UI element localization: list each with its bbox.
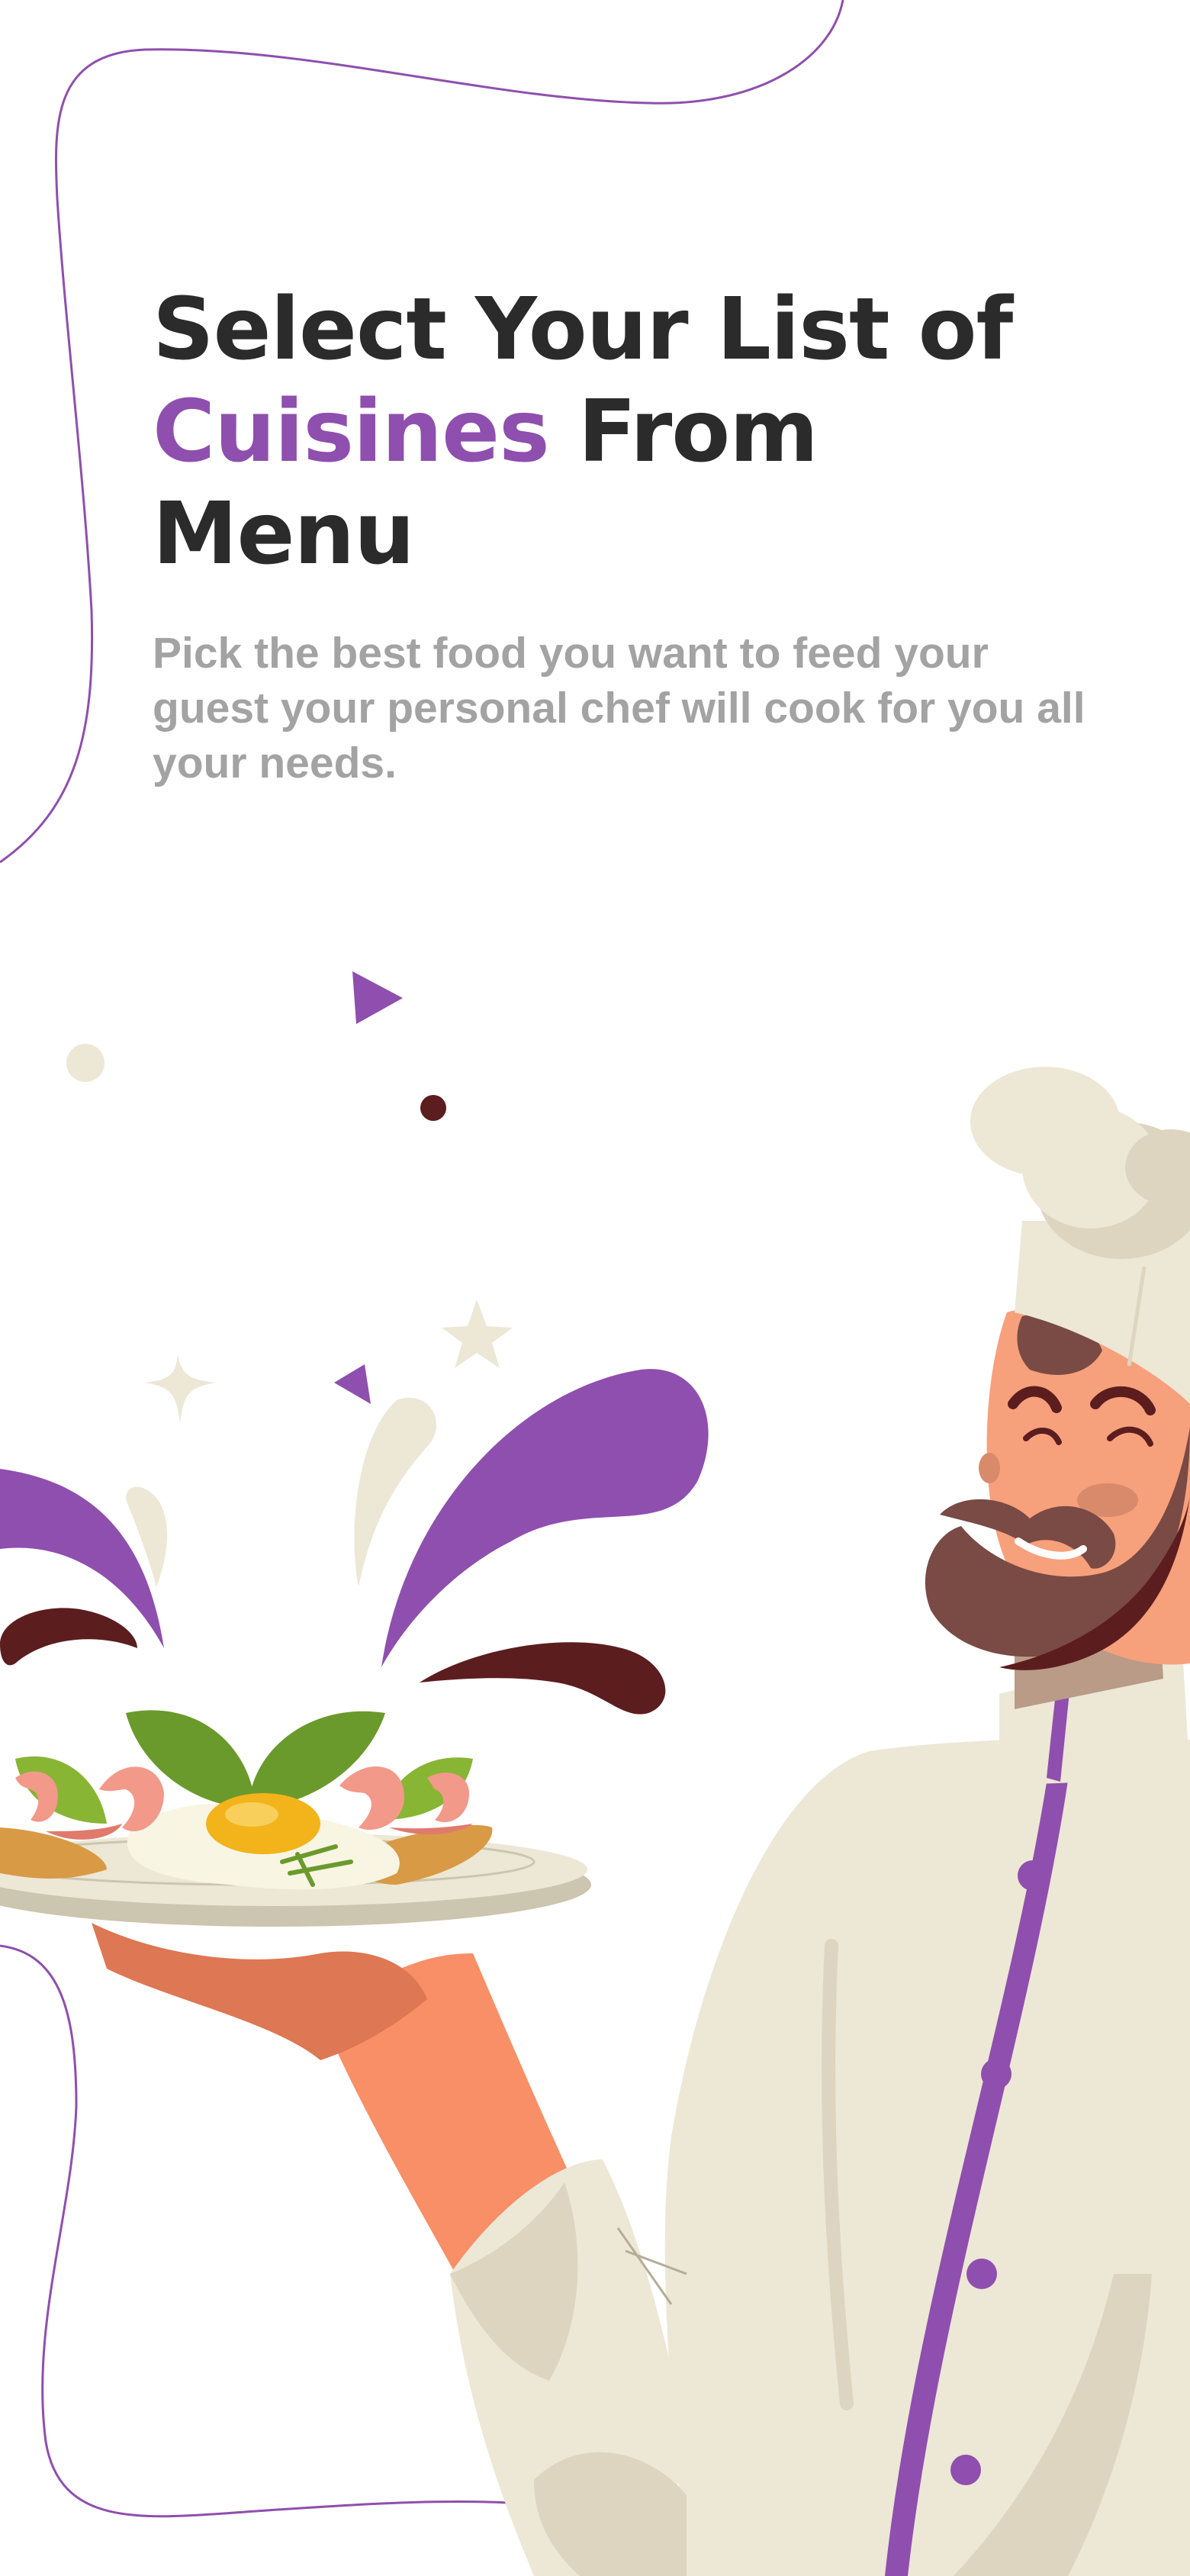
chef-illustration-icon: [664, 1067, 1190, 2576]
page-title: Select Your List of Cuisines From Menu: [153, 279, 1098, 585]
page-subtitle: Pick the best food you want to feed your…: [153, 629, 1085, 787]
title-line-2-rest: From: [548, 382, 819, 481]
star-icon: [442, 1299, 513, 1368]
sparkle-icon: [145, 1354, 216, 1423]
triangle-confetti-icon: [334, 1364, 371, 1404]
title-line-3: Menu: [153, 485, 415, 584]
title-accent-word: Cuisines: [153, 382, 550, 481]
triangle-confetti-icon: [352, 971, 403, 1024]
splash-icon: [0, 1369, 709, 1715]
title-line-2: Cuisines From: [153, 381, 1098, 483]
food-plate-icon: [0, 1710, 591, 1927]
dot-confetti-icon: [420, 1095, 446, 1121]
chef-arm-illustration: [92, 1923, 687, 2576]
dot-confetti-icon: [66, 1044, 105, 1082]
lettuce-leaf-icon: [15, 1756, 107, 1824]
title-line-1: Select Your List of: [153, 280, 1013, 379]
